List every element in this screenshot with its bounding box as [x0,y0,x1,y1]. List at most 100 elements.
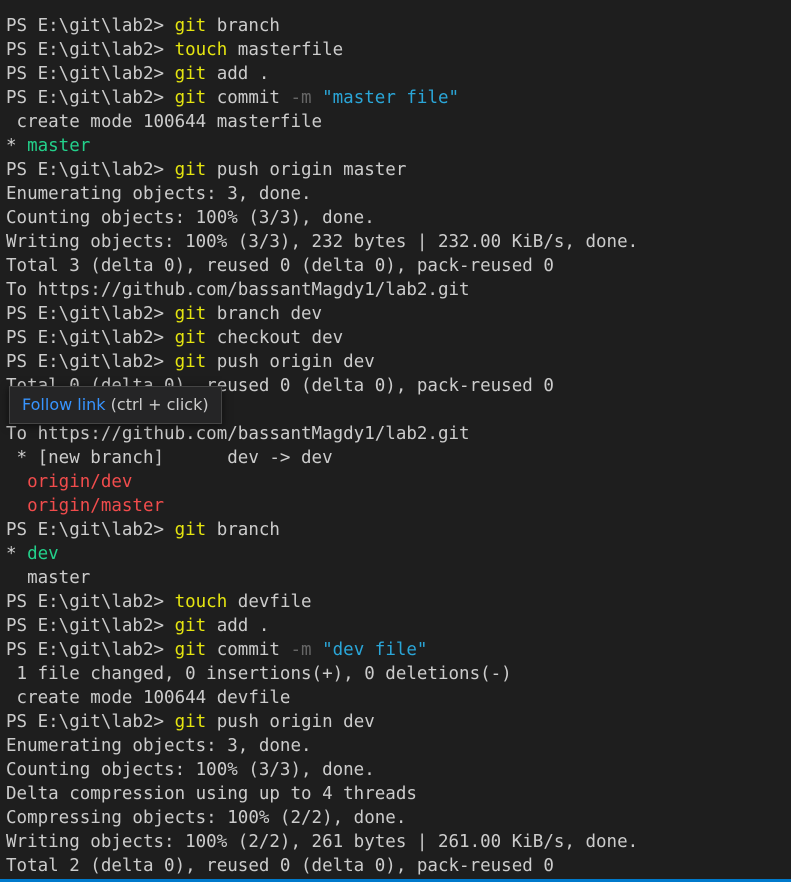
terminal-line: PS E:\git\lab2> git add . [6,614,791,638]
remote-branch: origin/master [27,496,165,516]
command-keyword: touch [174,592,228,612]
output-text: Enumerating objects: 3, done. [6,736,312,756]
prompt-text: PS E:\git\lab2> [6,88,175,108]
output-text: Compressing objects: 100% (2/2), done. [6,808,407,828]
command-keyword: git [174,328,207,348]
terminal-line: Enumerating objects: 3, done. [6,734,791,758]
output-text: Writing objects: 100% (2/2), 261 bytes |… [6,832,639,852]
output-text: Total 2 (delta 0), reused 0 (delta 0), p… [6,856,554,876]
output-text: create mode 100644 devfile [6,688,291,708]
follow-link-tooltip: Follow link (ctrl + click) [9,386,222,424]
terminal-line: To https://github.com/bassantMagdy1/lab2… [6,278,791,302]
output-text: branch dev [206,304,323,324]
output-text: add . [206,616,270,636]
prompt-text: PS E:\git\lab2> [6,328,175,348]
prompt-text: PS E:\git\lab2> [6,592,175,612]
command-keyword: git [174,16,207,36]
output-text: Enumerating objects: 3, done. [6,184,312,204]
terminal-line: To https://github.com/bassantMagdy1/lab2… [6,422,791,446]
terminal-panel[interactable]: PS E:\git\lab2> git branch PS E:\git\lab2… [0,0,791,882]
output-text: To https://github.com/bassantMagdy1/lab2… [6,280,470,300]
output-text: create mode 100644 masterfile [6,112,323,132]
output-text: add . [206,64,270,84]
terminal-line: Total 3 (delta 0), reused 0 (delta 0), p… [6,254,791,278]
terminal-line: Counting objects: 100% (3/3), done. [6,206,791,230]
terminal-line: create mode 100644 devfile [6,686,791,710]
command-flag: -m [290,88,312,108]
string-argument: "master file" [322,88,460,108]
terminal-line: PS E:\git\lab2> git commit -m "dev file" [6,638,791,662]
terminal-line: PS E:\git\lab2> git branch [6,14,791,38]
follow-link-hint: (ctrl + click) [105,395,209,414]
terminal-line: 1 file changed, 0 insertions(+), 0 delet… [6,662,791,686]
command-keyword: git [174,88,207,108]
remote-branch: origin/dev [27,472,133,492]
terminal-line: Enumerating objects: 3, done. [6,182,791,206]
terminal-line: PS E:\git\lab2> git push origin dev [6,350,791,374]
terminal-line: * dev [6,542,791,566]
prompt-text: PS E:\git\lab2> [6,40,175,60]
command-keyword: git [174,352,207,372]
output-text: To https://github.com/bassantMagdy1/lab2… [6,424,470,444]
prompt-text: PS E:\git\lab2> [6,616,175,636]
current-branch: dev [27,544,59,564]
output-text: checkout dev [206,328,344,348]
string-argument: "dev file" [322,640,428,660]
terminal-line: PS E:\git\lab2> git checkout dev [6,326,791,350]
terminal-line: PS E:\git\lab2> git add . [6,62,791,86]
follow-link[interactable]: Follow link [22,395,106,414]
command-keyword: git [174,304,207,324]
terminal-line: origin/master [6,494,791,518]
output-text: * [6,544,28,564]
terminal-line: Counting objects: 100% (3/3), done. [6,758,791,782]
output-text: Total 3 (delta 0), reused 0 (delta 0), p… [6,256,554,276]
terminal-line: * [new branch] dev -> dev [6,446,791,470]
prompt-text: PS E:\git\lab2> [6,64,175,84]
terminal-line: PS E:\git\lab2> git branch dev [6,302,791,326]
terminal-line: Total 2 (delta 0), reused 0 (delta 0), p… [6,854,791,878]
terminal-line: Delta compression using up to 4 threads [6,782,791,806]
output-text: branch [206,520,280,540]
prompt-text: PS E:\git\lab2> [6,520,175,540]
output-text: Delta compression using up to 4 threads [6,784,417,804]
terminal-line: Compressing objects: 100% (2/2), done. [6,806,791,830]
terminal-line: Writing objects: 100% (3/3), 232 bytes |… [6,230,791,254]
command-keyword: git [174,712,207,732]
current-branch: master [27,136,91,156]
output-text: devfile [227,592,312,612]
output-text: Counting objects: 100% (3/3), done. [6,208,375,228]
terminal-line: PS E:\git\lab2> git commit -m "master fi… [6,86,791,110]
terminal-line: * master [6,134,791,158]
terminal-line: origin/dev [6,470,791,494]
output-text: push origin dev [206,712,375,732]
prompt-text: PS E:\git\lab2> [6,352,175,372]
terminal-line: PS E:\git\lab2> touch devfile [6,590,791,614]
command-flag: -m [290,640,312,660]
prompt-text: PS E:\git\lab2> [6,16,175,36]
output-text: Counting objects: 100% (3/3), done. [6,760,375,780]
command-keyword: git [174,64,207,84]
command-keyword: git [174,520,207,540]
output-text: push origin dev [206,352,375,372]
output-text: 1 file changed, 0 insertions(+), 0 delet… [6,664,512,684]
terminal-line: Writing objects: 100% (2/2), 261 bytes |… [6,830,791,854]
prompt-text: PS E:\git\lab2> [6,160,175,180]
terminal-line: PS E:\git\lab2> git branch [6,518,791,542]
output-text: commit [206,640,291,660]
terminal-line: PS E:\git\lab2> git push origin dev [6,710,791,734]
output-text: Writing objects: 100% (3/3), 232 bytes |… [6,232,639,252]
output-text: master [6,568,91,588]
terminal-line: PS E:\git\lab2> touch masterfile [6,38,791,62]
command-keyword: git [174,616,207,636]
terminal-line: PS E:\git\lab2> git push origin master [6,158,791,182]
terminal-line: master [6,566,791,590]
prompt-text: PS E:\git\lab2> [6,712,175,732]
command-keyword: touch [174,40,228,60]
command-keyword: git [174,160,207,180]
command-keyword: git [174,640,207,660]
output-text: push origin master [206,160,407,180]
output-text: masterfile [227,40,344,60]
